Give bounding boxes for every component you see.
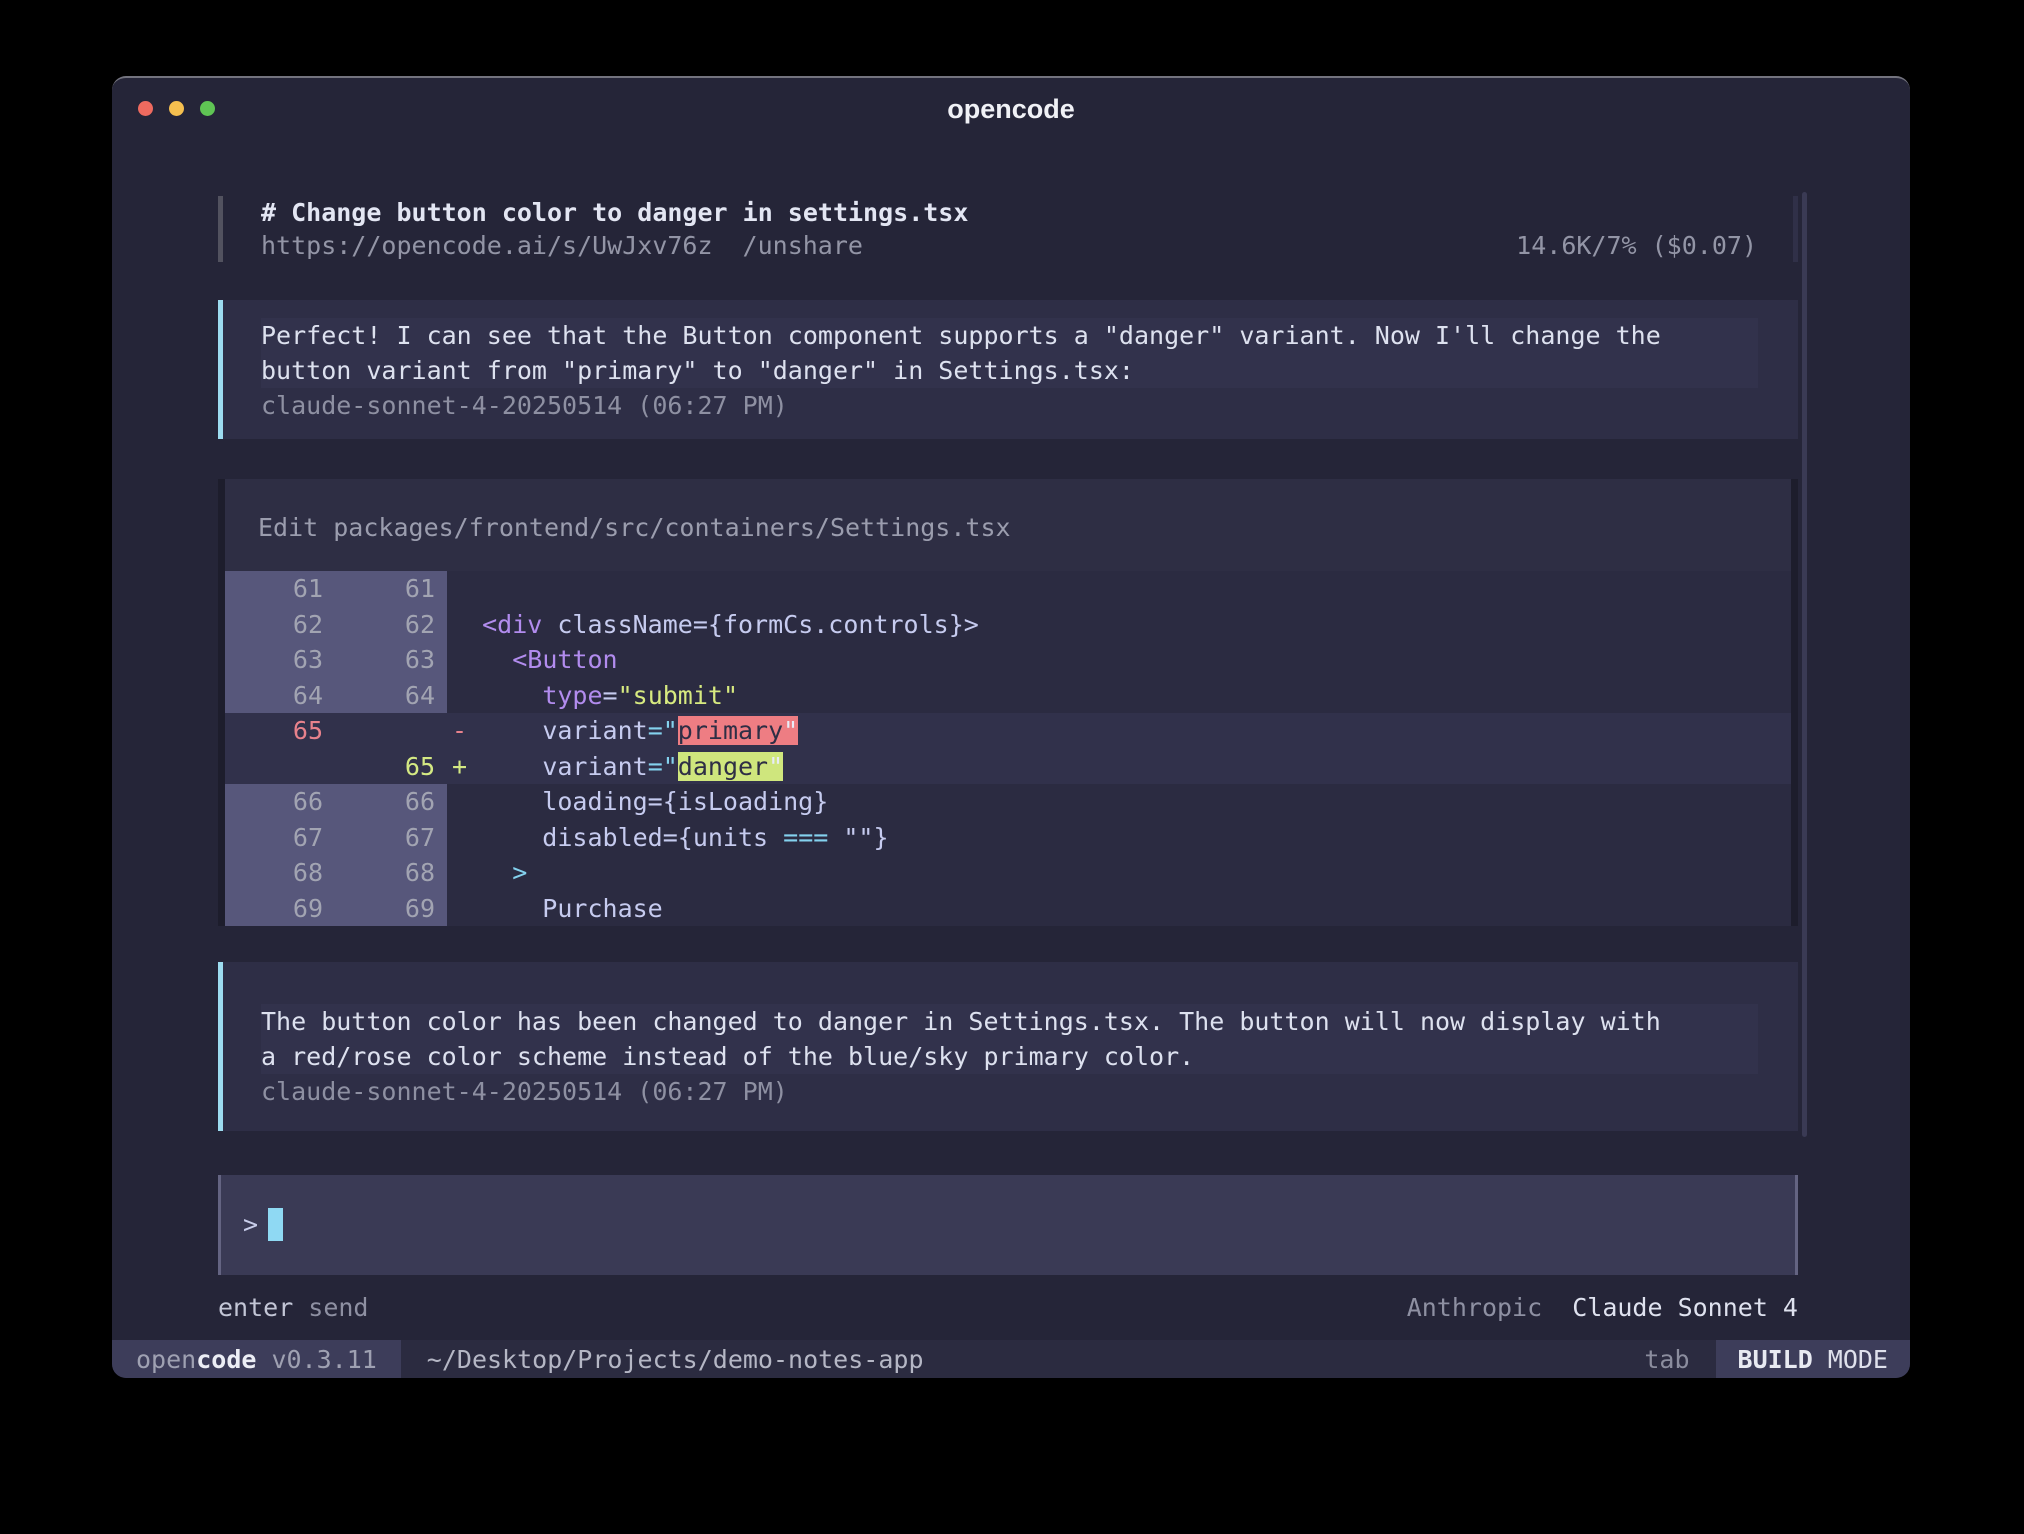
window-title: opencode (112, 94, 1910, 125)
status-bar-right: tab BUILD MODE (1644, 1340, 1910, 1378)
line-number-gutter: 65 (225, 713, 447, 749)
diff-row: 6161 (225, 571, 1791, 607)
status-bar: opencode v0.3.11 ~/Desktop/Projects/demo… (112, 1340, 1910, 1378)
mode-word-label: MODE (1828, 1345, 1888, 1374)
unshare-command: /unshare (743, 229, 863, 262)
message-text: Perfect! I can see that the Button compo… (261, 318, 1758, 388)
diff-row: 6464 type="submit" (225, 678, 1791, 714)
prompt-line[interactable]: > (243, 1205, 1795, 1243)
text-cursor (268, 1208, 283, 1241)
line-number-gutter: 65 (225, 749, 447, 785)
message-model-timestamp: claude-sonnet-4-20250514 (06:27 PM) (261, 1074, 1774, 1109)
diff-code-line: + variant="danger" (447, 749, 1791, 785)
prompt-input[interactable]: > (218, 1175, 1798, 1275)
app-version-chip: opencode v0.3.11 (112, 1340, 401, 1378)
line-number-gutter: 6464 (225, 678, 447, 714)
session-meta-row: https://opencode.ai/s/UwJxv76z /unshare … (261, 229, 1757, 262)
app-window: opencode # Change button color to danger… (112, 76, 1910, 1378)
line-number-gutter: 6363 (225, 642, 447, 678)
app-version: v0.3.11 (271, 1345, 376, 1374)
diff-row: 6666 loading={isLoading} (225, 784, 1791, 820)
session-title: # Change button color to danger in setti… (261, 196, 1757, 229)
diff-row: 6969 Purchase (225, 891, 1791, 927)
working-directory: ~/Desktop/Projects/demo-notes-app (427, 1345, 924, 1374)
mode-build-label: BUILD (1738, 1345, 1813, 1374)
message-text: The button color has been changed to dan… (261, 1004, 1758, 1074)
assistant-message: The button color has been changed to dan… (218, 962, 1798, 1131)
send-action-hint: send (308, 1291, 368, 1324)
line-number-gutter: 6666 (225, 784, 447, 820)
brand-open: open (136, 1345, 196, 1374)
diff-code-line: loading={isLoading} (447, 784, 1791, 820)
conversation-area: # Change button color to danger in setti… (218, 196, 1798, 1324)
diff-code-line (447, 571, 1791, 607)
diff-row: 6868 > (225, 855, 1791, 891)
token-usage: 14.6K/7% ($0.07) (1516, 229, 1757, 262)
enter-key-hint: enter (218, 1291, 293, 1324)
line-number-gutter: 6767 (225, 820, 447, 856)
titlebar: opencode (112, 78, 1910, 140)
input-hints-row: enter send Anthropic Claude Sonnet 4 (218, 1291, 1798, 1324)
session-header: # Change button color to danger in setti… (218, 196, 1798, 262)
diff-row: 6262 <div className={formCs.controls}> (225, 607, 1791, 643)
diff-rows: 61616262 <div className={formCs.controls… (225, 571, 1791, 926)
model-indicator: Anthropic Claude Sonnet 4 (1407, 1291, 1798, 1324)
diff-code-line: - variant="primary" (447, 713, 1791, 749)
diff-row: 65- variant="primary" (225, 713, 1791, 749)
message-model-timestamp: claude-sonnet-4-20250514 (06:27 PM) (261, 388, 1774, 423)
prompt-symbol: > (243, 1210, 258, 1239)
model-name: Claude Sonnet 4 (1572, 1293, 1798, 1322)
diff-row: 6767 disabled={units === ""} (225, 820, 1791, 856)
line-number-gutter: 6868 (225, 855, 447, 891)
line-number-gutter: 6161 (225, 571, 447, 607)
scrollbar[interactable] (1802, 192, 1807, 1137)
diff-row: 6363 <Button (225, 642, 1791, 678)
diff-code-line: Purchase (447, 891, 1791, 927)
provider-name: Anthropic (1407, 1293, 1542, 1322)
brand-code: code (196, 1345, 256, 1374)
diff-code-line: disabled={units === ""} (447, 820, 1791, 856)
assistant-message: Perfect! I can see that the Button compo… (218, 300, 1798, 439)
edit-file-path: Edit packages/frontend/src/containers/Se… (225, 479, 1791, 571)
share-url: https://opencode.ai/s/UwJxv76z (261, 229, 713, 262)
build-mode-chip[interactable]: BUILD MODE (1716, 1340, 1910, 1378)
diff-code-line: <div className={formCs.controls}> (447, 607, 1791, 643)
diff-row: 65+ variant="danger" (225, 749, 1791, 785)
edit-tool-panel: Edit packages/frontend/src/containers/Se… (218, 479, 1798, 926)
line-number-gutter: 6262 (225, 607, 447, 643)
line-number-gutter: 6969 (225, 891, 447, 927)
tab-key-hint: tab (1644, 1345, 1689, 1374)
diff-code-line: type="submit" (447, 678, 1791, 714)
diff-code-line: > (447, 855, 1791, 891)
diff-code-line: <Button (447, 642, 1791, 678)
